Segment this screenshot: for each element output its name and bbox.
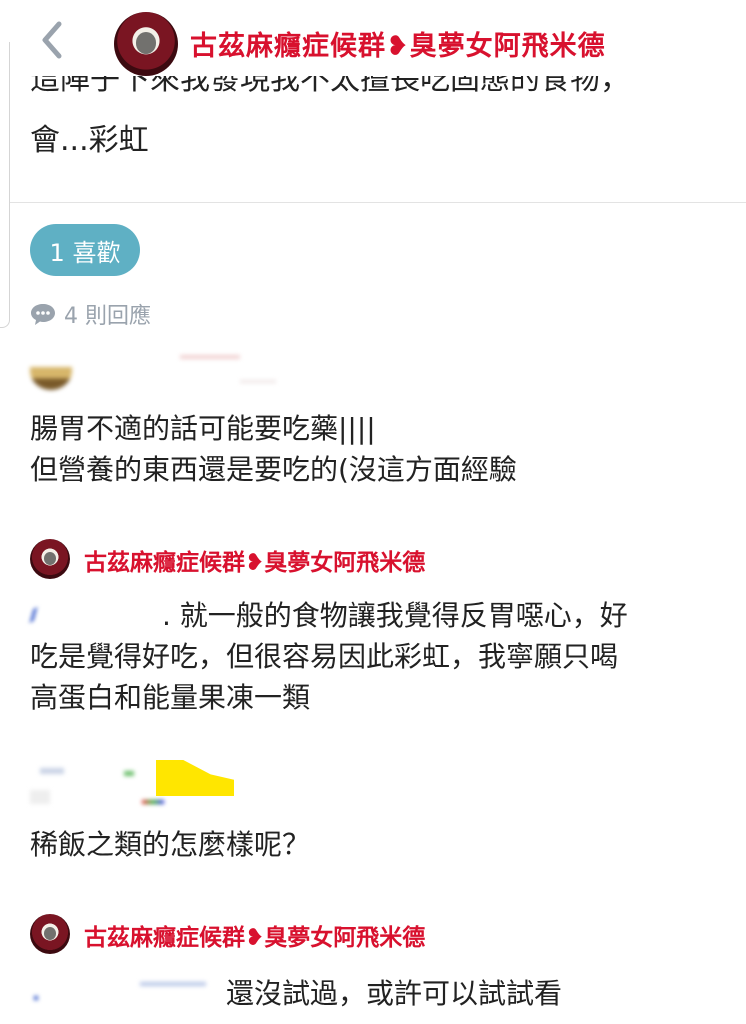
comment-1-line1: 腸胃不適的話可能要吃藥|||| (30, 412, 376, 445)
back-button[interactable] (30, 18, 74, 62)
redacted-avatar-bits (30, 790, 50, 804)
comment-1-line2: 但營養的東西還是要吃的(沒這方面經驗 (30, 453, 517, 486)
chevron-left-icon (42, 21, 62, 59)
redacted-avatar (40, 768, 64, 774)
redacted-name (180, 355, 240, 359)
reply-count-label: 4 則回應 (64, 304, 151, 329)
comment-4-line1: 還沒試過，或許可以試試看 (226, 977, 563, 1010)
redacted-mention (30, 608, 46, 622)
reply-count[interactable]: 4 則回應 (30, 298, 151, 330)
card-edge-border (0, 42, 10, 328)
redacted-name-2 (240, 380, 276, 383)
comment-2-line2: 吃是覺得好吃，但很容易因此彩虹，我寧願只喝 (30, 640, 619, 673)
comment-2-avatar[interactable] (30, 539, 70, 579)
comment-thread-screen: 古茲麻癮症候群❥臭夢女阿飛米德 這陣子下來我發現我不太擅長吃固態的食物， 會..… (0, 0, 746, 1024)
post-text-clip: 這陣子下來我發現我不太擅長吃固態的食物， (30, 76, 720, 106)
post-text-line1: 這陣子下來我發現我不太擅長吃固態的食物， (30, 76, 630, 97)
comment-2-line3: 高蛋白和能量果凍一類 (30, 681, 311, 714)
speech-bubble-icon (31, 304, 55, 325)
header-author-name[interactable]: 古茲麻癮症候群❥臭夢女阿飛米德 (190, 24, 606, 63)
redacted-mention-dot (34, 996, 38, 1000)
comment-2-author[interactable]: 古茲麻癮症候群❥臭夢女阿飛米德 (84, 543, 425, 577)
section-divider (10, 202, 746, 203)
header-bar: 古茲麻癮症候群❥臭夢女阿飛米德 (0, 0, 746, 82)
redacted-badge (142, 800, 164, 804)
redacted-avatar (30, 352, 72, 390)
redacted-mention (140, 982, 206, 986)
author-avatar[interactable] (114, 12, 178, 76)
like-button[interactable]: 1 喜歡 (30, 224, 140, 276)
comment-4-author[interactable]: 古茲麻癮症候群❥臭夢女阿飛米德 (84, 918, 425, 952)
post-text-line2: 會...彩虹 (30, 123, 149, 158)
comment-2-line1: . 就一般的食物讓我覺得反胃噁心，好 (162, 599, 628, 632)
comment-4-avatar[interactable] (30, 914, 70, 954)
comment-3-line1: 稀飯之類的怎麼樣呢？ (30, 828, 311, 861)
redacted-name-bits (124, 771, 134, 776)
redacted-highlight (156, 760, 234, 796)
